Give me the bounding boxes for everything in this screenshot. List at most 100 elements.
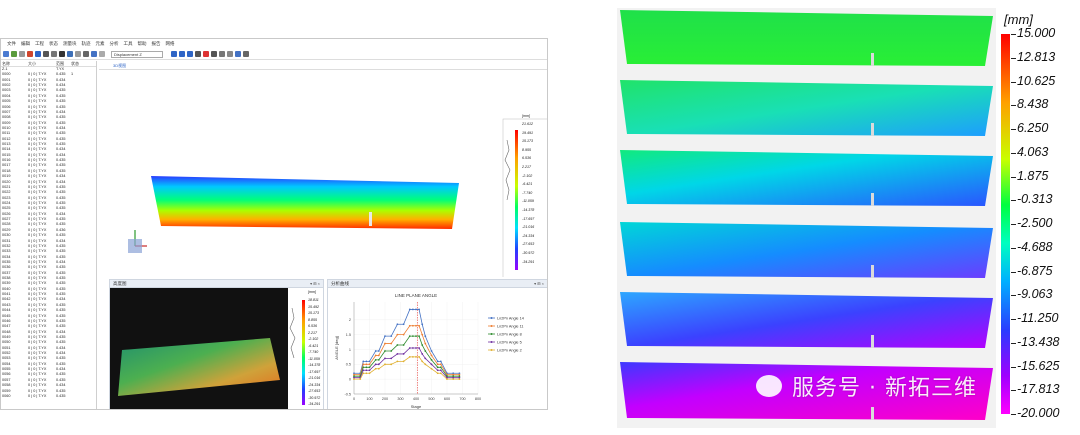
y-axis-label: ANGLE [deg] bbox=[334, 336, 339, 360]
legend-tick-label: -20.000 bbox=[1017, 406, 1060, 420]
tree-row[interactable]: 0060 0 | 0 | T.YX 0.435 bbox=[1, 394, 96, 399]
data-point bbox=[430, 363, 433, 366]
line-chart[interactable]: LINE PLANE ANGLE 0 100 200 300 400 500 600 700 80… bbox=[328, 288, 548, 410]
heightmap-legend-labels: [mm] 18.811 15.492 15.173 8.855 6.536 2.217 -2.… bbox=[306, 290, 323, 409]
data-point bbox=[439, 369, 442, 372]
rotate-icon[interactable] bbox=[171, 51, 177, 57]
tree-column-header[interactable]: 状态 bbox=[71, 61, 86, 66]
displacement-frame-2 bbox=[620, 80, 993, 136]
data-point bbox=[377, 354, 380, 357]
data-point bbox=[412, 308, 414, 311]
data-point bbox=[365, 360, 368, 363]
menu-item[interactable]: 网络 bbox=[166, 39, 175, 49]
legend-tick-mark bbox=[1011, 390, 1016, 392]
heightmap-legend-unit: [mm] bbox=[308, 290, 316, 294]
displacement-frame-3 bbox=[620, 150, 993, 206]
menu-item[interactable]: 工具 bbox=[124, 39, 133, 49]
heightmap-legend-tick: 2.217 bbox=[308, 330, 317, 335]
menu-item[interactable]: 报告 bbox=[152, 39, 161, 49]
data-point bbox=[359, 378, 362, 381]
view-legend-tick: 6.536 bbox=[522, 156, 531, 161]
tree-column-header[interactable]: 范围 bbox=[56, 61, 71, 66]
menu-item[interactable]: 工程 bbox=[35, 39, 44, 49]
heightmap-legend-tick: 6.536 bbox=[308, 324, 317, 328]
window-icon[interactable] bbox=[243, 51, 249, 57]
data-point bbox=[396, 323, 399, 326]
tab-3d-view[interactable]: 3D视图 bbox=[99, 61, 547, 70]
display-mode-select[interactable]: Displacement Z bbox=[111, 50, 163, 58]
axis-gizmo[interactable] bbox=[128, 230, 147, 253]
menu-item[interactable]: 轨迹 bbox=[82, 39, 91, 49]
close-view-icon[interactable] bbox=[203, 51, 209, 57]
view-icon[interactable] bbox=[219, 51, 225, 57]
legend-unit: [mm] bbox=[1004, 12, 1033, 27]
3d-viewport[interactable] bbox=[99, 70, 548, 277]
menu-item[interactable]: 状态 bbox=[49, 39, 58, 49]
legend-tick-mark bbox=[1011, 34, 1016, 35]
chart-icon[interactable] bbox=[91, 51, 97, 57]
chart-panel-title: 分析曲线 ▾ ⊞ × bbox=[328, 280, 547, 288]
data-point bbox=[424, 342, 427, 345]
menu-item[interactable]: 帮助 bbox=[138, 39, 147, 49]
open-icon[interactable] bbox=[3, 51, 9, 57]
layers-icon[interactable] bbox=[227, 51, 233, 57]
fit-view-icon[interactable] bbox=[187, 51, 193, 57]
data-point bbox=[362, 369, 365, 372]
tree-column-header[interactable]: 大小 bbox=[28, 61, 56, 66]
menu-item[interactable]: 元素 bbox=[96, 39, 105, 49]
record-icon[interactable] bbox=[59, 51, 65, 57]
table-icon[interactable] bbox=[235, 51, 241, 57]
data-point bbox=[374, 363, 377, 366]
image-icon[interactable] bbox=[99, 51, 105, 57]
filter-icon[interactable] bbox=[83, 51, 89, 57]
data-point bbox=[365, 369, 368, 372]
y-tick-label: 1 bbox=[349, 348, 351, 352]
legend-label: Ln2Pn Angle 5 bbox=[497, 340, 522, 344]
axis-icon[interactable] bbox=[211, 51, 217, 57]
x-axis-label: Stage bbox=[411, 404, 422, 409]
grid-icon[interactable] bbox=[43, 51, 49, 57]
3d-view[interactable]: 3D视图 [mm] 21.612 19.491 15.173 8.955 6.5… bbox=[99, 61, 548, 277]
layout-icon[interactable] bbox=[75, 51, 81, 57]
data-point bbox=[436, 369, 439, 372]
menu-item[interactable]: 文件 bbox=[7, 39, 16, 49]
play-icon[interactable] bbox=[35, 51, 41, 57]
camera-icon[interactable] bbox=[67, 51, 73, 57]
zoom-icon[interactable] bbox=[179, 51, 185, 57]
view-legend-tick: 19.491 bbox=[522, 130, 533, 135]
heightmap-legend-tick: -11.059 bbox=[308, 356, 320, 361]
displacement-sequence-panel bbox=[617, 8, 996, 428]
view-legend-tick: 8.955 bbox=[522, 147, 531, 152]
view-legend-tick: -17.697 bbox=[522, 216, 535, 221]
legend-tick-mark bbox=[1011, 366, 1016, 368]
data-point bbox=[412, 324, 414, 327]
menu-item[interactable]: 分析 bbox=[110, 39, 119, 49]
menu-item[interactable]: 测量块 bbox=[63, 39, 77, 49]
data-point bbox=[418, 356, 420, 358]
legend-tick-label: -2.500 bbox=[1017, 216, 1053, 230]
data-point bbox=[436, 372, 439, 375]
legend-tick-label: 8.438 bbox=[1017, 97, 1049, 112]
x-tick-label: 800 bbox=[475, 397, 481, 401]
menu-item[interactable]: 编辑 bbox=[21, 39, 30, 49]
heightmap-view[interactable] bbox=[110, 288, 324, 410]
x-tick-label: 200 bbox=[382, 397, 388, 401]
save-icon[interactable] bbox=[11, 51, 17, 57]
tree-column-header[interactable]: 名称 bbox=[2, 61, 28, 66]
data-point bbox=[396, 353, 399, 355]
data-point bbox=[368, 363, 371, 366]
legend-tick-label: 10.625 bbox=[1017, 73, 1056, 88]
view-legend-tick: -21.016 bbox=[522, 225, 535, 230]
heightmap-legend-bar bbox=[302, 300, 305, 405]
heightmap-legend-tick: -7.740 bbox=[308, 350, 319, 354]
legend-tick-label: -9.063 bbox=[1017, 287, 1053, 302]
data-point bbox=[408, 335, 411, 338]
heightmap-legend-tick: -2.102 bbox=[308, 337, 319, 341]
view-legend-tick: -24.334 bbox=[522, 233, 535, 238]
pan-icon[interactable] bbox=[195, 51, 201, 57]
export-icon[interactable] bbox=[51, 51, 57, 57]
measure-icon[interactable] bbox=[27, 51, 33, 57]
settings-icon[interactable] bbox=[19, 51, 25, 57]
legend-tick-mark bbox=[1011, 57, 1016, 59]
y-tick-label: 0 bbox=[349, 377, 351, 381]
